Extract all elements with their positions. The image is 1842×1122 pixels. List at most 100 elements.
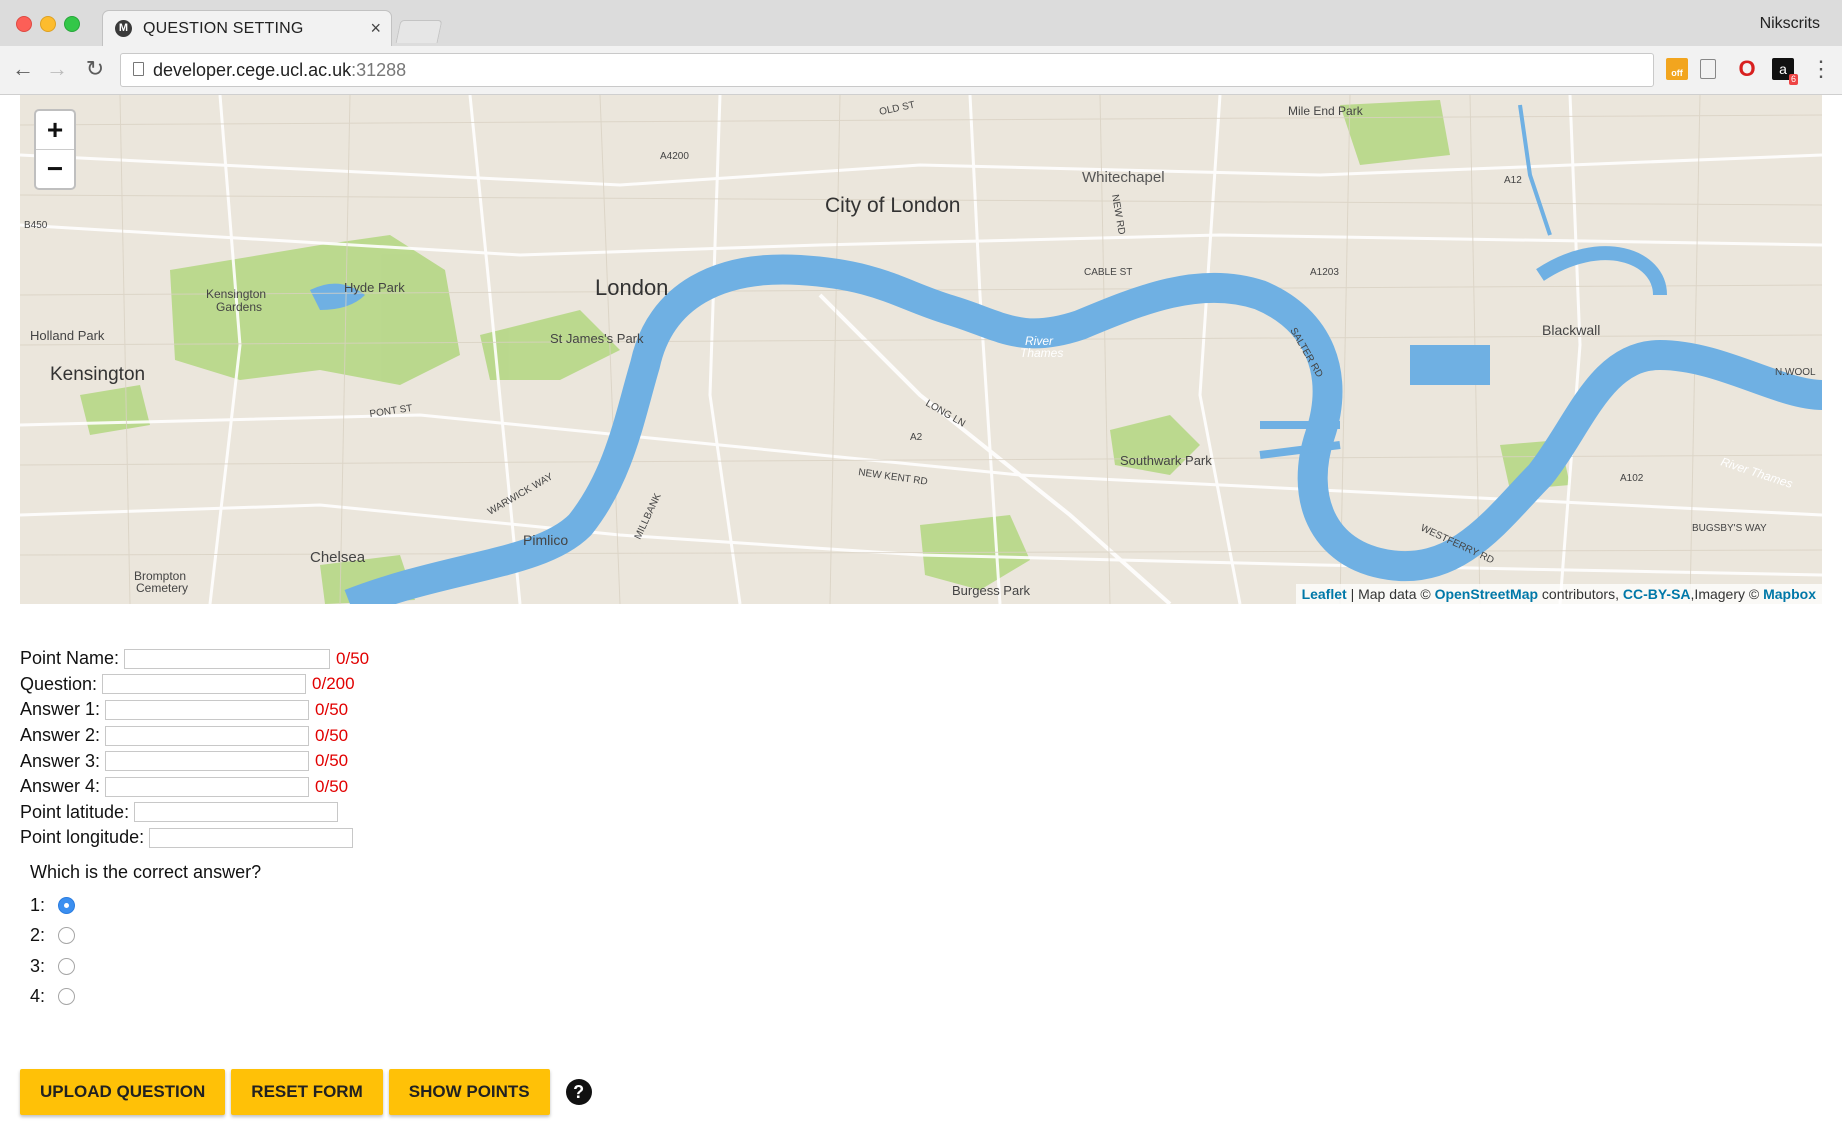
label-holland-park: Holland Park <box>30 328 105 343</box>
longitude-input[interactable] <box>149 827 354 848</box>
browser-menu-icon[interactable]: ⋮ <box>1810 58 1832 80</box>
answer-2-row: Answer 2: 0/50 <box>20 723 369 749</box>
answer-2-label: Answer 2: <box>20 725 101 746</box>
help-icon[interactable]: ? <box>565 1079 592 1105</box>
label-thames: Thames <box>1020 346 1063 360</box>
window-close-button[interactable] <box>16 16 32 32</box>
option-2-label: 2: <box>30 925 46 946</box>
latitude-label: Point latitude: <box>20 801 130 822</box>
label-road-a102: A102 <box>1620 473 1644 484</box>
answer-4-input[interactable] <box>105 776 310 797</box>
reset-form-button[interactable]: RESET FORM <box>231 1069 383 1115</box>
option-4-row: 4: <box>30 982 261 1013</box>
point-name-input[interactable] <box>124 648 331 669</box>
question-form: Point Name: 0/50 Question: 0/200 Answer … <box>20 646 369 851</box>
answer-3-row: Answer 3: 0/50 <box>20 748 369 774</box>
label-kensington-gardens-2: Gardens <box>216 300 262 314</box>
option-3-label: 3: <box>30 955 46 976</box>
point-name-counter: 0/50 <box>336 648 370 668</box>
label-cable-st: CABLE ST <box>1084 267 1132 278</box>
label-london: London <box>595 275 668 300</box>
browser-tab-strip: M QUESTION SETTING × Nikscrits <box>0 0 1842 48</box>
answer-1-input[interactable] <box>105 699 310 720</box>
site-favicon-icon: M <box>115 20 132 37</box>
question-label: Question: <box>20 673 98 694</box>
browser-toolbar: ← → ↻ developer.cege.ucl.ac.uk:31288 off… <box>0 46 1842 95</box>
window-minimize-button[interactable] <box>40 16 56 32</box>
option-4-radio[interactable] <box>58 988 75 1006</box>
back-arrow-icon[interactable]: ← <box>10 56 36 82</box>
label-road-a1203: A1203 <box>1310 267 1339 278</box>
profile-name[interactable]: Nikscrits <box>1760 15 1820 33</box>
label-brompton-2: Cemetery <box>136 581 188 595</box>
latitude-input[interactable] <box>134 802 339 823</box>
leaflet-link[interactable]: Leaflet <box>1302 586 1347 602</box>
answer-3-input[interactable] <box>105 751 310 772</box>
upload-question-button[interactable]: UPLOAD QUESTION <box>20 1069 226 1115</box>
opera-icon[interactable]: O <box>1736 58 1758 80</box>
browser-tab[interactable]: M QUESTION SETTING × <box>102 10 392 48</box>
answer-2-input[interactable] <box>105 725 310 746</box>
zoom-in-button[interactable]: + <box>36 111 74 150</box>
label-bugsbys-way: BUGSBY'S WAY <box>1692 523 1767 534</box>
question-row: Question: 0/200 <box>20 672 369 698</box>
forward-arrow-icon[interactable]: → <box>44 56 70 82</box>
label-whitechapel: Whitechapel <box>1082 169 1165 186</box>
option-4-label: 4: <box>30 986 46 1007</box>
zoom-control: + − <box>34 109 76 190</box>
point-name-row: Point Name: 0/50 <box>20 646 369 672</box>
answer-1-label: Answer 1: <box>20 699 101 720</box>
label-burgess-park: Burgess Park <box>952 583 1031 598</box>
label-hyde-park: Hyde Park <box>344 280 405 295</box>
extension-badge: 6 <box>1788 74 1798 85</box>
answer-4-label: Answer 4: <box>20 776 101 797</box>
label-mile-end-park: Mile End Park <box>1288 104 1364 118</box>
label-n-wool: N.WOOL <box>1775 367 1816 378</box>
mapbox-link[interactable]: Mapbox <box>1763 586 1816 602</box>
action-bar: UPLOAD QUESTION RESET FORM SHOW POINTS ? <box>20 1069 592 1115</box>
page-info-icon[interactable] <box>133 62 144 76</box>
answer-4-row: Answer 4: 0/50 <box>20 774 369 800</box>
option-1-radio[interactable] <box>58 896 75 914</box>
window-maximize-button[interactable] <box>64 16 80 32</box>
answer-3-label: Answer 3: <box>20 750 101 771</box>
latitude-row: Point latitude: <box>20 800 369 826</box>
answer-3-counter: 0/50 <box>315 751 349 771</box>
label-chelsea: Chelsea <box>310 549 366 566</box>
label-city-of-london: City of London <box>825 194 960 217</box>
label-pimlico: Pimlico <box>523 532 568 548</box>
show-points-button[interactable]: SHOW POINTS <box>388 1069 550 1115</box>
cc-by-sa-link[interactable]: CC-BY-SA <box>1623 586 1691 602</box>
answer-2-counter: 0/50 <box>315 725 349 745</box>
new-tab-button[interactable] <box>395 20 443 43</box>
longitude-label: Point longitude: <box>20 827 145 848</box>
option-1-label: 1: <box>30 894 46 915</box>
option-2-radio[interactable] <box>58 927 75 945</box>
openstreetmap-link[interactable]: OpenStreetMap <box>1435 586 1538 602</box>
point-name-label: Point Name: <box>20 648 120 669</box>
url-text[interactable]: developer.cege.ucl.ac.uk:31288 <box>153 60 406 81</box>
extension-off-icon[interactable]: off <box>1666 58 1688 80</box>
accessibility-icon[interactable]: a6 <box>1772 58 1798 85</box>
document-icon[interactable] <box>1700 59 1716 79</box>
map-attribution: Leaflet | Map data © OpenStreetMap contr… <box>1295 584 1822 604</box>
leaflet-map[interactable]: City of London London Kensington Whitech… <box>20 95 1822 604</box>
option-1-row: 1: <box>30 890 261 921</box>
answer-4-counter: 0/50 <box>315 776 349 796</box>
option-3-row: 3: <box>30 951 261 982</box>
longitude-row: Point longitude: <box>20 825 369 851</box>
correct-answer-prompt: Which is the correct answer? <box>30 862 262 882</box>
answer-1-row: Answer 1: 0/50 <box>20 697 369 723</box>
tab-title: QUESTION SETTING <box>143 20 304 37</box>
label-road-a12: A12 <box>1504 175 1522 186</box>
address-bar[interactable]: developer.cege.ucl.ac.uk:31288 <box>120 53 1654 87</box>
question-counter: 0/200 <box>312 674 355 694</box>
label-kensington-gardens-1: Kensington <box>206 287 266 301</box>
option-3-radio[interactable] <box>58 957 75 975</box>
question-input[interactable] <box>102 674 307 695</box>
label-road-b450: B450 <box>24 220 48 231</box>
reload-icon[interactable]: ↻ <box>82 56 108 82</box>
zoom-out-button[interactable]: − <box>36 150 74 188</box>
tab-close-icon[interactable]: × <box>370 18 381 39</box>
label-southwark-park: Southwark Park <box>1120 453 1212 468</box>
